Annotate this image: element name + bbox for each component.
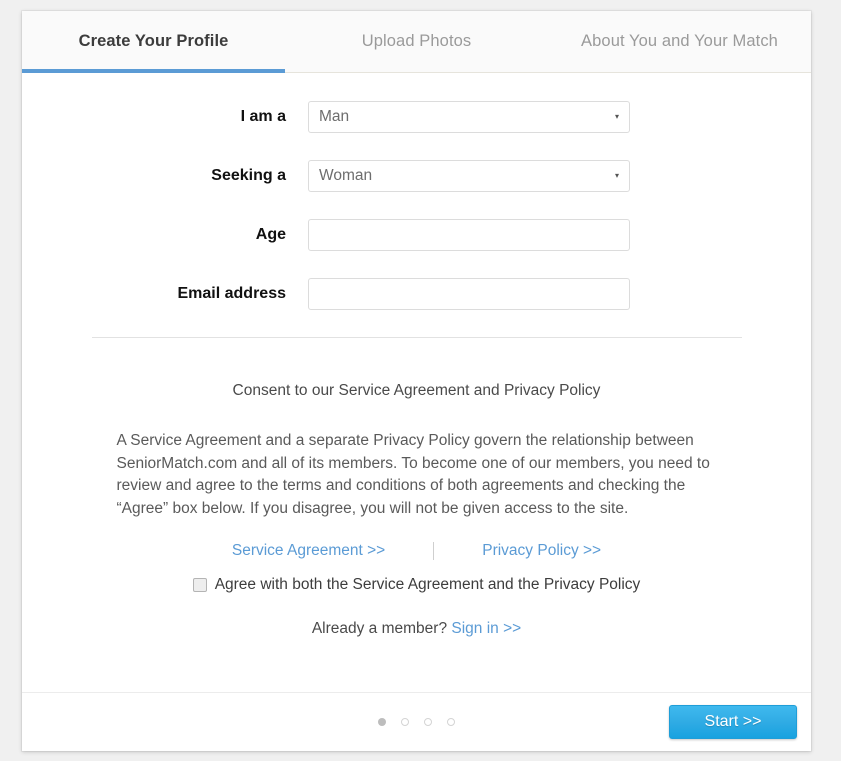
label-seeking-a: Seeking a <box>211 167 286 184</box>
label-i-am-a: I am a <box>240 108 286 125</box>
field-row-seeking-a: Seeking a Woman ▾ <box>22 160 811 192</box>
service-agreement-link[interactable]: Service Agreement >> <box>232 542 385 560</box>
tab-label: Create Your Profile <box>78 32 229 50</box>
select-seeking-a[interactable]: Woman ▾ <box>308 160 630 192</box>
step-dot-3[interactable] <box>424 718 432 726</box>
tab-bar: Create Your Profile Upload Photos About … <box>22 11 811 73</box>
field-row-email-address: Email address <box>22 278 811 310</box>
start-button[interactable]: Start >> <box>669 705 797 739</box>
already-member-text: Already a member? <box>311 620 452 637</box>
field-row-i-am-a: I am a Man ▾ <box>22 101 811 133</box>
tab-label: About You and Your Match <box>581 32 778 50</box>
privacy-policy-link[interactable]: Privacy Policy >> <box>482 542 601 560</box>
agree-label: Agree with both the Service Agreement an… <box>214 576 641 593</box>
agreement-links-row: Service Agreement >> Privacy Policy >> <box>22 542 811 560</box>
agree-checkbox[interactable] <box>192 578 207 592</box>
select-i-am-a-value: Man <box>319 108 350 125</box>
email-input[interactable] <box>308 278 630 310</box>
step-dot-1[interactable] <box>378 718 386 726</box>
card-footer: Start >> <box>22 692 811 751</box>
select-i-am-a[interactable]: Man ▾ <box>308 101 630 133</box>
label-email-address: Email address <box>177 285 287 302</box>
signup-card: Create Your Profile Upload Photos About … <box>22 11 811 751</box>
step-dot-2[interactable] <box>401 718 409 726</box>
consent-body-text: A Service Agreement and a separate Priva… <box>116 432 710 517</box>
tab-create-your-profile[interactable]: Create Your Profile <box>22 11 285 73</box>
chevron-down-icon: ▾ <box>614 112 619 121</box>
section-divider <box>92 337 742 338</box>
chevron-down-icon: ▾ <box>614 171 619 180</box>
profile-form: I am a Man ▾ Seeking a Woman ▾ Age Email… <box>22 73 811 310</box>
step-dots <box>378 718 455 726</box>
step-dot-4[interactable] <box>447 718 455 726</box>
sign-in-link[interactable]: Sign in >> <box>451 620 521 637</box>
age-input[interactable] <box>308 219 630 251</box>
field-row-age: Age <box>22 219 811 251</box>
tab-about-you-and-your-match[interactable]: About You and Your Match <box>548 11 811 72</box>
consent-heading: Consent to our Service Agreement and Pri… <box>232 382 601 399</box>
select-seeking-a-value: Woman <box>319 167 373 184</box>
tab-upload-photos[interactable]: Upload Photos <box>285 11 548 72</box>
already-member-row: Already a member? Sign in >> <box>22 620 811 638</box>
tab-label: Upload Photos <box>361 32 472 50</box>
link-separator <box>433 542 435 560</box>
label-age: Age <box>255 226 286 243</box>
agree-row: Agree with both the Service Agreement an… <box>22 576 811 594</box>
